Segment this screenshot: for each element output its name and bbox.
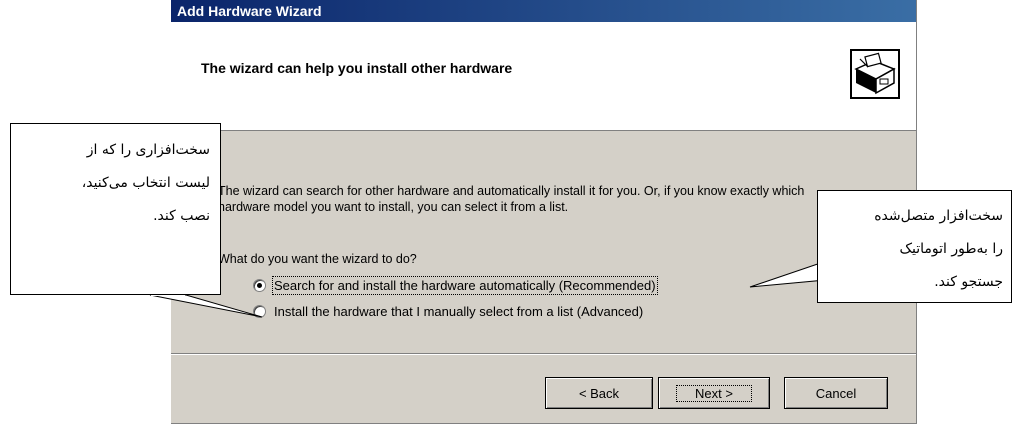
callout-manual-select: سخت‌افزاری را که از لیست انتخاب می‌کنید،… (10, 123, 221, 295)
back-button[interactable]: < Back (545, 377, 653, 409)
option-manual-select-label[interactable]: Install the hardware that I manually sel… (274, 304, 643, 319)
callout-left-line-3: نصب کند. (153, 208, 210, 224)
header-title: The wizard can help you install other ha… (201, 60, 513, 76)
wizard-question: What do you want the wizard to do? (218, 252, 417, 266)
cancel-button[interactable]: Cancel (784, 377, 888, 409)
callout-right-line-3: جستجو کند. (934, 274, 1003, 290)
add-hardware-wizard-window: Add Hardware Wizard The wizard can help … (171, 0, 917, 424)
title-bar[interactable]: Add Hardware Wizard (171, 0, 916, 22)
radio-auto-search[interactable] (253, 279, 266, 292)
callout-left-line-2: لیست انتخاب می‌کنید، (81, 175, 210, 191)
wizard-description: The wizard can search for other hardware… (218, 184, 805, 214)
callout-auto-search: سخت‌افزار متصل‌شده را به‌طور اتوماتیک جس… (817, 190, 1012, 303)
callout-right-line-1: سخت‌افزار متصل‌شده (874, 208, 1003, 224)
option-auto-search[interactable]: Search for and install the hardware auto… (253, 276, 658, 295)
callout-left-line-1: سخت‌افزاری را که از (86, 142, 210, 158)
button-separator (171, 353, 916, 355)
next-button[interactable]: Next > (658, 377, 770, 409)
hardware-install-icon (850, 49, 900, 99)
wizard-header: The wizard can help you install other ha… (171, 22, 916, 131)
option-auto-search-label[interactable]: Search for and install the hardware auto… (272, 276, 658, 295)
window-title: Add Hardware Wizard (177, 3, 322, 19)
callout-right-line-2: را به‌طور اتوماتیک (899, 241, 1003, 257)
radio-manual-select[interactable] (253, 305, 266, 318)
option-manual-select[interactable]: Install the hardware that I manually sel… (253, 304, 643, 319)
